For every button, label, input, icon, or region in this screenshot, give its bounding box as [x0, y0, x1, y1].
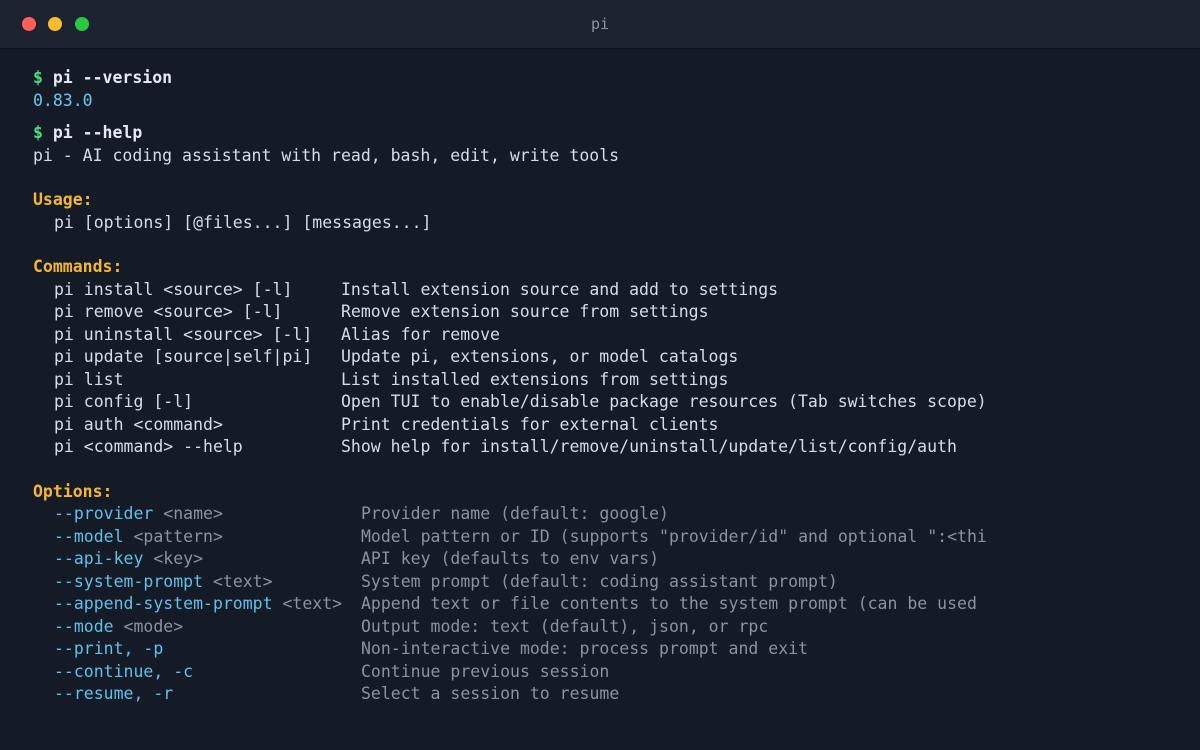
option-row: --mode <mode> Output mode: text (default)… [33, 616, 1183, 639]
command-name: pi update [source|self|pi] [54, 347, 313, 366]
option-flag: --print, -p [54, 639, 164, 658]
command-description: Remove extension source from settings [341, 302, 709, 321]
option-flag: --continue, -c [54, 661, 194, 681]
option-row: --provider <name> Provider name (default:… [33, 503, 1183, 526]
command-name: pi auth <command> [54, 414, 223, 434]
option-description: System prompt (default: coding assistant… [361, 571, 838, 591]
commands-heading: Commands: [33, 257, 123, 276]
command-description: Update pi, extensions, or model catalogs [341, 347, 739, 366]
command-name: pi list [54, 369, 124, 389]
command-description: List installed extensions from settings [341, 369, 729, 389]
option-name: --print, -p [33, 638, 361, 661]
prompt-symbol: $ [33, 123, 43, 142]
option-description: Model pattern or ID (supports "provider/… [361, 526, 987, 546]
option-name: --provider <name> [33, 503, 361, 526]
option-argument: <mode> [113, 616, 184, 636]
command-row: pi <command> --help Show help for install… [33, 436, 1183, 459]
window-title: pi [590, 15, 610, 33]
option-description: Append text or file contents to the syst… [361, 594, 977, 613]
option-argument: <key> [143, 549, 204, 568]
command-description: Alias for remove [341, 324, 500, 344]
command-row: pi config [-l] Open TUI to enable/disable… [33, 391, 1183, 414]
command-text: pi --help [52, 123, 143, 142]
option-description: Output mode: text (default), json, or rp… [361, 616, 769, 636]
version-output: 0.83.0 [33, 90, 93, 110]
command-row: pi remove <source> [-l] Remove extension … [33, 301, 1183, 324]
option-flag: --api-key [54, 549, 144, 568]
option-name: --continue, -c [33, 661, 361, 684]
command-line-version: $ pi --version [33, 67, 1183, 90]
option-name: --append-system-prompt <text> [33, 593, 361, 616]
option-row: --model <pattern> Model pattern or ID (su… [33, 526, 1183, 549]
usage-heading: Usage: [33, 190, 93, 209]
option-row: --continue, -c Continue previous session [33, 661, 1183, 684]
option-name: --api-key <key> [33, 548, 361, 571]
option-description: Select a session to resume [361, 684, 620, 703]
option-flag: --append-system-prompt [54, 594, 273, 613]
terminal-output[interactable]: $ pi --version 0.83.0 $ pi --help pi - A… [33, 67, 1183, 706]
command-row: pi list List installed extensions from se… [33, 369, 1183, 392]
command-line-help: $ pi --help [33, 122, 1183, 145]
option-flag: --mode [54, 616, 114, 636]
title-bar: pi [0, 0, 1200, 49]
option-argument: <name> [153, 504, 223, 523]
option-description: Provider name (default: google) [361, 504, 669, 523]
option-name: --mode <mode> [33, 616, 361, 639]
option-row: --append-system-prompt <text> Append text… [33, 593, 1183, 616]
option-name: --system-prompt <text> [33, 571, 361, 594]
command-row: pi update [source|self|pi] Update pi, ext… [33, 346, 1183, 369]
option-row: --system-prompt <text> System prompt (def… [33, 571, 1183, 594]
prompt-symbol: $ [33, 68, 43, 87]
option-argument: <text> [203, 571, 273, 591]
option-name: --model <pattern> [33, 526, 361, 549]
option-argument: <pattern> [123, 526, 223, 546]
command-name: pi uninstall <source> [-l] [54, 324, 313, 344]
option-description: API key (defaults to env vars) [361, 549, 660, 568]
command-name: pi remove <source> [-l] [54, 302, 283, 321]
command-description: Print credentials for external clients [341, 414, 719, 434]
command-name: pi config [-l] [54, 392, 194, 411]
command-description: Show help for install/remove/uninstall/u… [341, 437, 957, 456]
command-text: pi --version [52, 68, 173, 87]
option-row: --api-key <key> API key (defaults to env … [33, 548, 1183, 571]
help-description: pi - AI coding assistant with read, bash… [33, 145, 620, 165]
option-row: --resume, -r Select a session to resume [33, 683, 1183, 706]
command-row: pi install <source> [-l] Install extensio… [33, 279, 1183, 302]
option-argument: <text> [272, 594, 343, 613]
options-list: --provider <name> Provider name (default:… [33, 503, 1183, 706]
terminal-window: pi $ pi --version 0.83.0 $ pi --help pi … [0, 0, 1200, 750]
option-flag: --system-prompt [54, 571, 204, 591]
option-description: Non-interactive mode: process prompt and… [361, 639, 809, 658]
option-flag: --model [54, 526, 124, 546]
option-name: --resume, -r [33, 683, 361, 706]
command-row: pi uninstall <source> [-l] Alias for remo… [33, 324, 1183, 347]
command-row: pi auth <command> Print credentials for e… [33, 414, 1183, 437]
usage-line: pi [options] [@files...] [messages...] [54, 212, 432, 232]
command-description: Open TUI to enable/disable package resou… [341, 392, 987, 411]
option-flag: --provider [54, 504, 154, 523]
commands-list: pi install <source> [-l] Install extensio… [33, 279, 1183, 459]
option-description: Continue previous session [361, 661, 610, 681]
command-name: pi <command> --help [54, 437, 243, 456]
command-description: Install extension source and add to sett… [341, 279, 779, 299]
options-heading: Options: [33, 481, 113, 501]
command-name: pi install <source> [-l] [54, 279, 293, 299]
option-row: --print, -p Non-interactive mode: process… [33, 638, 1183, 661]
option-flag: --resume, -r [54, 684, 174, 703]
